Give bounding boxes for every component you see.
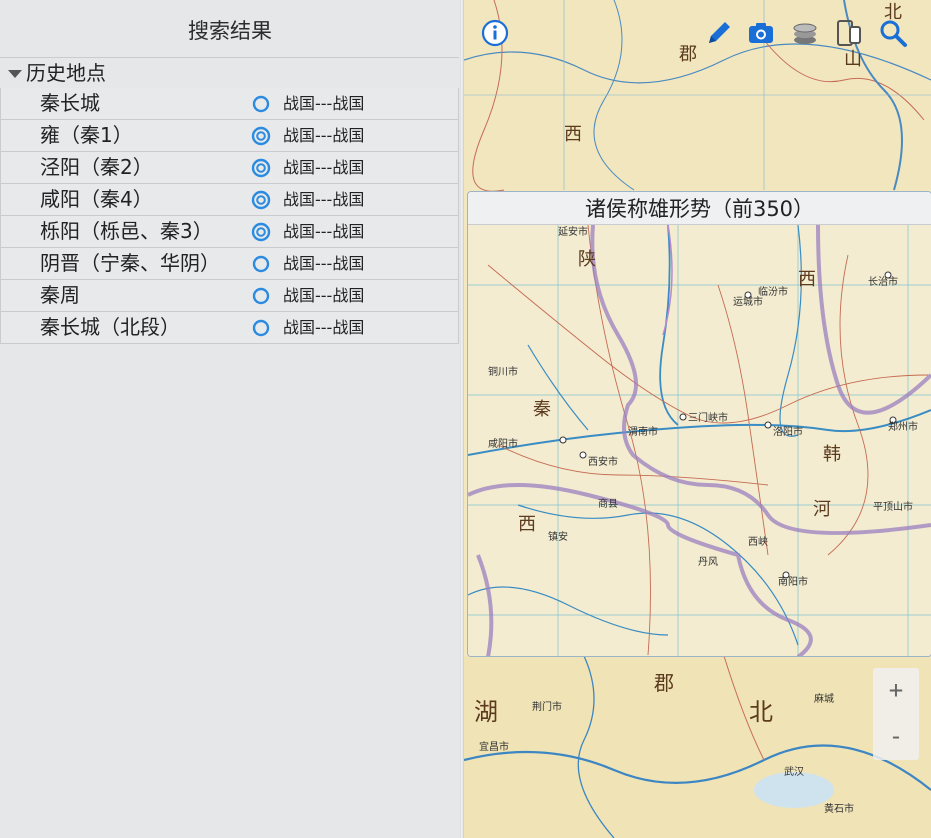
result-row[interactable]: 雍（秦1） 战国---战国: [0, 120, 459, 152]
map-label-luoyang: 洛阳市: [773, 425, 803, 438]
period-label: 战国---战国: [283, 286, 365, 305]
result-row[interactable]: 泾阳（秦2） 战国---战国: [0, 152, 459, 184]
map-label-jingmen: 荆门市: [532, 700, 562, 713]
map-label-wuhan: 武汉: [784, 765, 804, 778]
map-popup[interactable]: 诸侯称雄形势（前350） 延安市 铜川市 咸阳市 西安市 渭南市 三门峡市 洛阳…: [467, 191, 931, 657]
historical-map[interactable]: 延安市 铜川市 咸阳市 西安市 渭南市 三门峡市 洛阳市 南阳市 郑州市 运城市…: [468, 225, 931, 657]
map-label-pingdingshan: 平顶山市: [873, 500, 913, 513]
map-label-xixia: 西峡: [748, 535, 768, 548]
map-label-zhenan: 镇安: [548, 530, 568, 543]
map-label-linfen: 临汾市: [758, 285, 788, 298]
map-label-hu: 湖: [474, 698, 498, 726]
map-label-danfeng: 丹风: [698, 556, 718, 568]
location-ring-double-icon[interactable]: [251, 190, 271, 210]
period-label: 战国---战国: [283, 158, 365, 177]
map-label-nanyang: 南阳市: [778, 575, 808, 588]
panel-title: 搜索结果: [188, 19, 272, 43]
map-label-jun: 郡: [679, 44, 697, 65]
map-label-xian: 西安市: [588, 455, 618, 468]
popup-title: 诸侯称雄形势（前350）: [468, 192, 931, 225]
collapse-triangle-icon[interactable]: [8, 69, 22, 78]
result-row[interactable]: 秦长城（北段） 战国---战国: [0, 312, 459, 344]
map-label-he: 河: [813, 499, 831, 520]
location-ring-icon[interactable]: [251, 254, 271, 274]
period-label: 战国---战国: [283, 318, 365, 337]
map-label-huangshi: 黄石市: [824, 802, 854, 815]
device-icon[interactable]: [834, 18, 864, 48]
map-label-han: 韩: [823, 444, 841, 465]
place-name: 雍（秦1）: [40, 123, 133, 147]
map-label-xi3: 西: [518, 514, 536, 535]
map-label-yanan: 延安市: [558, 225, 588, 238]
result-row[interactable]: 秦长城 战国---战国: [0, 88, 459, 120]
result-row[interactable]: 咸阳（秦4） 战国---战国: [0, 184, 459, 216]
result-row[interactable]: 栎阳（栎邑、秦3） 战国---战国: [0, 216, 459, 248]
search-icon[interactable]: [878, 18, 908, 48]
group-label: 历史地点: [26, 61, 106, 85]
period-label: 战国---战国: [283, 94, 365, 113]
map-label-zhengzhou: 郑州市: [888, 420, 918, 433]
result-row[interactable]: 阴晋（宁秦、华阴） 战国---战国: [0, 248, 459, 280]
map-label-bei-2: 北: [749, 698, 773, 726]
layers-icon[interactable]: [790, 18, 820, 48]
map-label-weinan: 渭南市: [628, 425, 658, 438]
location-ring-double-icon[interactable]: [251, 158, 271, 178]
map-label-jun-2: 郡: [654, 671, 674, 695]
map-label-xianyang: 咸阳市: [488, 437, 518, 450]
location-ring-double-icon[interactable]: [251, 126, 271, 146]
place-name: 秦长城（北段）: [40, 315, 180, 339]
group-header-historical-places[interactable]: 历史地点: [0, 57, 459, 89]
result-row[interactable]: 秦周 战国---战国: [0, 280, 459, 312]
map-label-qin: 秦: [533, 399, 551, 420]
result-list: 秦长城 战国---战国 雍（秦1） 战国---战国 泾阳（秦2） 战国---战国 咸阳（秦4…: [0, 88, 459, 344]
map-label-shaan: 陕: [578, 249, 596, 270]
place-name: 泾阳（秦2）: [40, 155, 153, 179]
pencil-icon[interactable]: [704, 18, 734, 48]
period-label: 战国---战国: [283, 126, 365, 145]
map-label-shan: 山: [844, 49, 862, 70]
period-label: 战国---战国: [283, 190, 365, 209]
map-label-xi2: 西: [798, 269, 816, 290]
zoom-out-button[interactable]: -: [873, 714, 919, 760]
place-name: 咸阳（秦4）: [40, 187, 153, 211]
map-label-changzhi: 长治市: [868, 275, 898, 288]
period-label: 战国---战国: [283, 222, 365, 241]
camera-icon[interactable]: [746, 18, 776, 48]
place-name: 秦周: [40, 283, 80, 307]
place-name: 阴晋（宁秦、华阴）: [40, 251, 220, 275]
info-icon[interactable]: [480, 18, 510, 48]
location-ring-icon[interactable]: [251, 286, 271, 306]
map-label-sanmenxia: 三门峡市: [688, 411, 728, 424]
map-view[interactable]: 郡 西 北 山 郡 湖 北 荆门市 宜昌市 麻城 黄石市 武汉 诸侯称雄形势（前…: [464, 0, 931, 838]
map-label-xi: 西: [564, 124, 582, 145]
map-label-tongchuan: 铜川市: [488, 365, 518, 378]
map-label-yichang: 宜昌市: [479, 740, 509, 753]
zoom-control: + -: [873, 668, 919, 760]
period-label: 战国---战国: [283, 254, 365, 273]
location-ring-double-icon[interactable]: [251, 222, 271, 242]
map-label-macheng: 麻城: [814, 692, 834, 705]
place-name: 秦长城: [40, 91, 100, 115]
map-label-shangxian: 商县: [598, 497, 618, 510]
search-results-panel: 搜索结果 历史地点 秦长城 战国---战国 雍（秦1） 战国---战国 泾阳（秦2） 战国…: [0, 0, 461, 838]
place-name: 栎阳（栎邑、秦3）: [40, 219, 213, 243]
zoom-in-button[interactable]: +: [873, 668, 919, 714]
location-ring-icon[interactable]: [251, 318, 271, 338]
location-ring-icon[interactable]: [251, 94, 271, 114]
